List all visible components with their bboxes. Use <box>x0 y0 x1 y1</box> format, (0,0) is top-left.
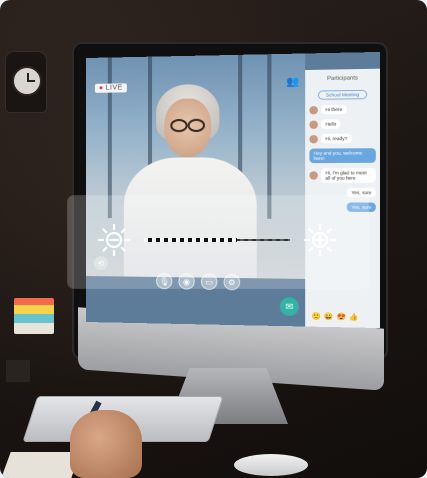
desk-clock <box>6 52 46 112</box>
avatar <box>309 134 318 143</box>
emoji-icon[interactable]: 👍 <box>349 313 358 321</box>
chat-message: Hello <box>309 119 375 129</box>
chat-message: Hi, ready? <box>309 133 375 144</box>
notepad <box>1 452 81 478</box>
participants-group-icon[interactable]: 👥 <box>286 76 299 88</box>
brightness-slider-rest <box>237 239 290 241</box>
clock-face <box>12 66 42 96</box>
chat-bubble: Hi, I'm glad to meet all of you here <box>321 168 376 183</box>
brightness-increase-icon[interactable] <box>302 222 338 258</box>
glasses <box>170 118 206 133</box>
avatar <box>309 171 318 180</box>
brightness-slider-fill <box>144 238 238 242</box>
avatar <box>309 120 318 129</box>
meeting-tag[interactable]: School Meeting <box>317 89 368 100</box>
brightness-slider[interactable] <box>144 238 290 242</box>
chat-message: Hi, I'm glad to meet all of you here <box>309 168 376 183</box>
emoji-icon[interactable]: 😀 <box>324 312 333 320</box>
photo-frame: ● LIVE 👥 ⟲ 🎙 ◉ ▭ ⚙ ✉ Participants School … <box>0 0 427 478</box>
live-label: LIVE <box>105 84 123 92</box>
chat-bubble: Hey and you, welcome here! <box>309 148 376 164</box>
brightness-decrease-icon[interactable] <box>96 222 132 258</box>
chat-message: Hi there <box>309 104 375 115</box>
chat-button[interactable]: ✉ <box>279 297 299 317</box>
hand <box>70 410 142 478</box>
chat-bubble: Hello <box>321 119 341 129</box>
sticky-notes <box>14 298 54 334</box>
avatar <box>309 105 318 114</box>
brightness-overlay <box>68 196 368 288</box>
emoji-icon[interactable]: 🙂 <box>312 312 321 320</box>
panel-title: Participants <box>327 75 358 83</box>
live-dot-icon: ● <box>98 84 104 92</box>
chat-message: Hey and you, welcome here! <box>309 148 376 164</box>
chat-bubble: Hi there <box>321 104 347 115</box>
desk-cup <box>6 360 30 382</box>
emoji-icon[interactable]: 😍 <box>336 313 345 321</box>
clock-hand <box>27 80 35 82</box>
mouse <box>234 454 308 476</box>
live-badge: ● LIVE <box>94 83 127 93</box>
chat-bubble: Hi, ready? <box>321 133 352 144</box>
reaction-bar: 🙂 😀 😍 👍 <box>312 312 359 321</box>
